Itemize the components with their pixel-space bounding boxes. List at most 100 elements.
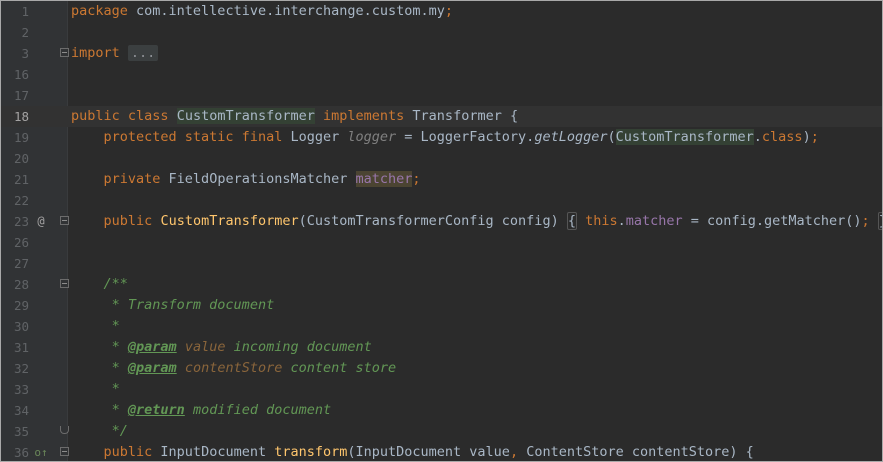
package-name: com.intellective.interchange.custom.my	[127, 3, 445, 19]
line-code: public CustomTransformer(CustomTransform…	[71, 211, 882, 232]
method-call: getLogger	[534, 129, 608, 145]
line-code: * @param value incoming document	[71, 337, 372, 358]
code-line[interactable]: 23 @ public CustomTransformer(CustomTran…	[1, 211, 882, 232]
code-line[interactable]: 22	[1, 190, 882, 211]
line-code: /**	[71, 274, 128, 295]
keyword: implements	[323, 108, 405, 124]
line-number: 21	[13, 172, 29, 187]
interface-name: Transformer {	[404, 108, 519, 124]
line-code: * @param contentStore content store	[71, 358, 397, 379]
line-number: 30	[13, 319, 29, 334]
line-code: public class CustomTransformer implement…	[71, 106, 518, 127]
javadoc-text: *	[103, 339, 128, 355]
keyword: package	[71, 3, 128, 19]
line-number: 35	[13, 424, 29, 439]
line-number: 29	[13, 298, 29, 313]
javadoc-text: *	[103, 318, 120, 334]
code-line[interactable]: 2	[1, 22, 882, 43]
javadoc-text: *	[103, 360, 128, 376]
unused-field: logger	[347, 129, 397, 145]
javadoc-text: */	[103, 423, 128, 439]
code-line[interactable]: 32 * @param contentStore content store	[1, 358, 882, 379]
line-number: 18	[13, 109, 29, 124]
line-number: 19	[13, 130, 29, 145]
fold-expand-icon[interactable]	[60, 48, 69, 57]
line-code: import ...	[71, 43, 159, 64]
paren: (	[607, 129, 616, 145]
implements-method-icon[interactable]: o↑	[34, 442, 48, 461]
folded-brace: {	[566, 212, 577, 230]
method-name: transform	[274, 444, 348, 460]
type-name: Logger	[282, 129, 348, 145]
code-text: = config.getMatcher()	[682, 213, 862, 229]
line-number: 31	[13, 340, 29, 355]
semicolon: ;	[861, 213, 870, 229]
code-line-current[interactable]: 18 public class CustomTransformer implem…	[1, 106, 882, 127]
parameters: ContentStore contentStore) {	[518, 444, 754, 460]
line-code: public InputDocument transform(InputDocu…	[71, 442, 754, 461]
keyword: import	[71, 45, 120, 61]
type-name: FieldOperationsMatcher	[160, 171, 356, 187]
code-line[interactable]: 1 package com.intellective.interchange.c…	[1, 1, 882, 22]
javadoc-tag: @param	[127, 360, 177, 376]
fold-end-icon[interactable]	[60, 426, 69, 434]
code-line[interactable]: 27	[1, 253, 882, 274]
line-number: 16	[13, 67, 29, 82]
semicolon: ;	[810, 129, 819, 145]
code-lines: 1 package com.intellective.interchange.c…	[1, 1, 882, 461]
field-name: matcher	[625, 213, 683, 229]
keyword: class	[761, 129, 803, 145]
code-line[interactable]: 3 import ...	[1, 43, 882, 64]
type-name: InputDocument	[152, 444, 275, 460]
line-code: package com.intellective.interchange.cus…	[71, 1, 453, 22]
code-line[interactable]: 28 /**	[1, 274, 882, 295]
keyword: private	[103, 171, 161, 187]
fold-expand-icon[interactable]	[60, 447, 69, 456]
fold-collapse-icon[interactable]	[60, 279, 69, 288]
line-number: 3	[21, 46, 29, 61]
code-line[interactable]: 31 * @param value incoming document	[1, 337, 882, 358]
code-line[interactable]: 19 protected static final Logger logger …	[1, 127, 882, 148]
code-line[interactable]: 16	[1, 64, 882, 85]
line-number: 20	[13, 151, 29, 166]
field-name: matcher	[355, 171, 413, 187]
line-number: 34	[13, 403, 29, 418]
javadoc-text: incoming document	[225, 339, 372, 355]
code-line[interactable]: 30 *	[1, 316, 882, 337]
javadoc-tag: @return	[127, 402, 185, 418]
folded-imports-placeholder[interactable]: ...	[127, 45, 159, 61]
code-text: = LoggerFactory.	[396, 129, 535, 145]
keyword: public	[103, 444, 153, 460]
javadoc-text: *	[103, 381, 120, 397]
code-line[interactable]: 35 */	[1, 421, 882, 442]
javadoc-text: * Transform document	[103, 297, 275, 313]
line-number: 27	[13, 256, 29, 271]
javadoc-text: content store	[282, 360, 397, 376]
code-line[interactable]: 29 * Transform document	[1, 295, 882, 316]
dot: .	[753, 129, 762, 145]
parameters: (InputDocument value	[347, 444, 510, 460]
javadoc-text: *	[103, 402, 128, 418]
fold-expand-icon[interactable]	[60, 216, 69, 225]
line-number: 33	[13, 382, 29, 397]
annotation-marker-icon[interactable]: @	[34, 211, 48, 232]
code-line[interactable]: 17	[1, 85, 882, 106]
javadoc-param-name: contentStore	[184, 360, 283, 376]
code-line[interactable]: 20	[1, 148, 882, 169]
code-line[interactable]: 34 * @return modified document	[1, 400, 882, 421]
line-code: * @return modified document	[71, 400, 331, 421]
line-number: 1	[21, 4, 29, 19]
line-number: 23	[13, 214, 29, 229]
semicolon: ;	[444, 3, 454, 19]
code-line[interactable]: 21 private FieldOperationsMatcher matche…	[1, 169, 882, 190]
javadoc-tag: @param	[127, 339, 177, 355]
code-editor[interactable]: 1 package com.intellective.interchange.c…	[0, 0, 883, 462]
keyword: class	[127, 108, 169, 124]
code-line[interactable]: 33 *	[1, 379, 882, 400]
javadoc-text: /**	[103, 276, 128, 292]
code-line[interactable]: 26	[1, 232, 882, 253]
line-code: protected static final Logger logger = L…	[71, 127, 819, 148]
javadoc-param-name: value	[184, 339, 226, 355]
code-line[interactable]: 36 o↑ public InputDocument transform(Inp…	[1, 442, 882, 461]
line-number: 28	[13, 277, 29, 292]
